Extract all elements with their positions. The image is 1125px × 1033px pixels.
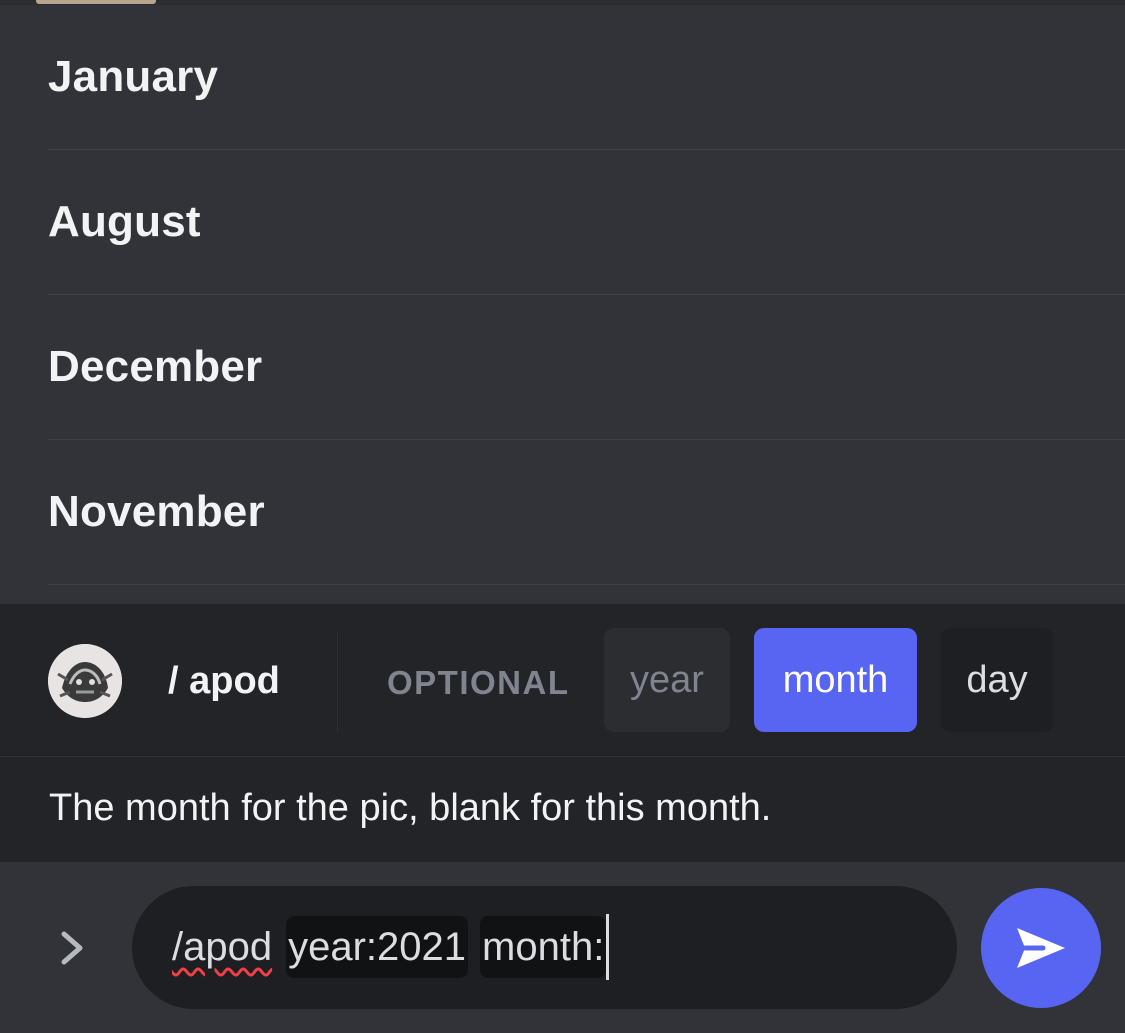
optional-label: OPTIONAL xyxy=(387,664,570,701)
month-param-chip[interactable]: month: xyxy=(480,916,607,978)
month-option-august[interactable]: August xyxy=(48,150,1125,295)
option-month-chip[interactable]: month xyxy=(754,628,917,732)
text-caret xyxy=(606,914,610,980)
message-input[interactable]: /apod year:2021 month: xyxy=(132,886,1055,1009)
option-description-text: The month for the pic, blank for this mo… xyxy=(49,787,772,829)
month-option-label: November xyxy=(48,487,265,536)
send-button[interactable] xyxy=(981,888,1101,1008)
divider xyxy=(337,632,338,732)
month-option-january[interactable]: January xyxy=(48,5,1125,150)
year-param-chip[interactable]: year:2021 xyxy=(286,916,469,978)
option-description: The month for the pic, blank for this mo… xyxy=(0,757,1125,862)
bot-avatar xyxy=(48,644,122,718)
command-text: /apod xyxy=(172,924,273,969)
send-icon xyxy=(1017,928,1065,968)
month-option-list: January August December November xyxy=(0,5,1125,604)
message-input-area: /apod year:2021 month: xyxy=(0,862,1125,1033)
message-input-content[interactable]: /apod year:2021 month: xyxy=(172,914,610,980)
message-image-edge xyxy=(36,0,156,4)
command-name: / apod xyxy=(168,660,280,702)
month-option-label: January xyxy=(48,52,219,101)
chevron-right-icon[interactable] xyxy=(56,928,88,968)
option-day-chip[interactable]: day xyxy=(941,628,1053,732)
month-option-december[interactable]: December xyxy=(48,295,1125,440)
command-options-bar: / apod OPTIONAL year month day xyxy=(0,604,1125,756)
month-option-november[interactable]: November xyxy=(48,440,1125,585)
month-option-label: December xyxy=(48,342,263,391)
month-option-label: August xyxy=(48,197,201,246)
option-year-chip[interactable]: year xyxy=(604,628,730,732)
